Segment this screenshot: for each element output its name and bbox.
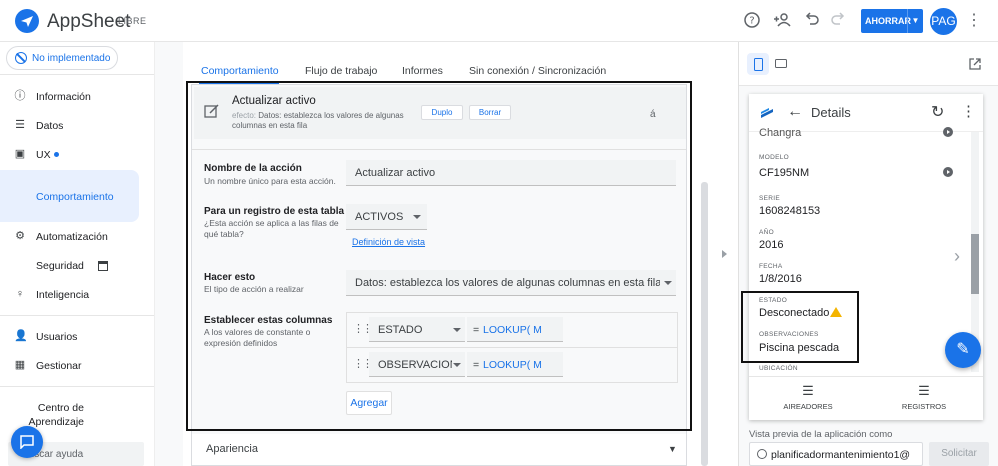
deploy-status-label: No implementado [32, 53, 111, 64]
detail-label: MODELO [759, 154, 789, 161]
help-icon[interactable]: ? [742, 11, 762, 31]
detail-value: 1608248153 [759, 205, 821, 217]
redo-icon[interactable] [828, 11, 848, 31]
details-title: Details [811, 105, 851, 120]
save-button[interactable]: AHORRAR ▼ [861, 9, 923, 33]
tab-informes[interactable]: Informes [402, 65, 443, 77]
sidebar-item-informacion[interactable]: ⓘ Información [0, 86, 154, 108]
tab-sin-conexion[interactable]: Sin conexión / Sincronización [469, 65, 606, 77]
detail-label: FECHA [759, 263, 783, 270]
list-icon: ☰ [802, 383, 814, 398]
preview-user-input[interactable]: planificadormantenimiento1@ [749, 442, 923, 466]
highlight-box-action [186, 81, 692, 431]
open-external-icon[interactable] [969, 58, 981, 73]
info-icon: ⓘ [14, 90, 26, 102]
detail-label: UBICACIÓN [759, 365, 798, 372]
divider [0, 74, 154, 75]
manage-icon: ▦ [14, 359, 26, 371]
bulb-icon: ♀ [15, 288, 25, 300]
plan-badge: LIBRE [118, 16, 147, 26]
sidebar-item-usuarios[interactable]: 👤 Usuarios [0, 326, 154, 348]
sidebar-item-seguridad[interactable]: Seguridad [0, 255, 154, 277]
back-arrow-icon[interactable]: ← [787, 103, 803, 121]
ux-dot-indicator [54, 152, 59, 157]
highlight-box-estado [741, 291, 859, 363]
collapse-arrow-icon[interactable] [722, 250, 727, 258]
sidebar: No implementado ⓘ Información ☰ Datos ▣ … [0, 42, 154, 466]
detail-value: CF195NM [759, 167, 810, 179]
detail-value: 1/8/2016 [759, 273, 802, 285]
account-icon [757, 449, 767, 459]
sidebar-item-datos[interactable]: ☰ Datos [0, 115, 154, 137]
table-icon: ☰ [15, 119, 25, 131]
person-icon: 👤 [14, 330, 28, 342]
detail-value: Changra [759, 127, 802, 139]
divider [0, 315, 154, 316]
automation-icon: ⚙ [15, 230, 25, 242]
tablet-icon[interactable] [775, 59, 787, 68]
appsheet-logo-icon[interactable] [15, 9, 39, 33]
phone-icon[interactable] [747, 53, 769, 75]
chat-icon[interactable] [11, 426, 43, 458]
appearance-label: Apariencia [206, 443, 258, 455]
refresh-icon[interactable]: ↻ [931, 102, 944, 122]
save-label: AHORRAR [865, 16, 911, 26]
preview-as-caption: Vista previa de la aplicación como [749, 429, 893, 440]
tab-comportamiento[interactable]: Comportamiento [201, 65, 279, 77]
navigate-arrow-icon[interactable] [943, 167, 953, 177]
app-preview-phone: ← Details ↻ ⋮ Changra MODELO CF195NM SER… [749, 94, 983, 420]
navigate-arrow-icon[interactable] [943, 127, 953, 137]
save-dropdown-chevron-icon[interactable]: ▼ [907, 9, 923, 33]
editor-gutter [155, 42, 183, 466]
svg-text:?: ? [749, 16, 754, 27]
app-bottom-nav: ☰ AIREADORES ☰ REGISTROS [749, 376, 983, 420]
chevron-right-icon[interactable]: › [954, 246, 960, 267]
add-user-icon[interactable] [773, 11, 793, 31]
deploy-status-chip[interactable]: No implementado [6, 46, 118, 70]
divider [0, 386, 154, 387]
detail-value: 2016 [759, 239, 784, 251]
calendar-icon [98, 261, 108, 271]
detail-label: AÑO [759, 229, 774, 236]
chevron-down-icon: ▼ [668, 444, 677, 454]
sidebar-item-inteligencia[interactable]: ♀ Inteligencia [0, 284, 154, 306]
ux-icon: ▣ [14, 148, 26, 160]
preview-pane: ← Details ↻ ⋮ Changra MODELO CF195NM SER… [738, 42, 998, 466]
user-avatar[interactable]: PAG [930, 8, 957, 35]
edit-fab-icon[interactable]: ✎ [945, 332, 981, 368]
nav-registros[interactable]: ☰ REGISTROS [879, 383, 969, 411]
tab-flujo-de-trabajo[interactable]: Flujo de trabajo [305, 65, 377, 77]
sidebar-item-centro-aprendizaje[interactable]: Centro de Aprendizaje [0, 396, 154, 428]
sidebar-item-gestionar[interactable]: ▦ Gestionar [0, 355, 154, 377]
top-bar: AppSheet LIBRE ? AHORRAR ▼ PAG ⋮ [0, 0, 998, 42]
editor-scrollbar[interactable] [701, 182, 708, 466]
preview-toolbar [739, 42, 998, 86]
sidebar-item-automatizacion[interactable]: ⚙ Automatización [0, 226, 154, 248]
appearance-section[interactable]: Apariencia ▼ [191, 434, 687, 466]
request-button[interactable]: Solicitar [929, 442, 989, 466]
more-vert-icon[interactable]: ⋮ [964, 11, 984, 31]
more-vert-icon[interactable]: ⋮ [961, 102, 976, 120]
detail-label: SERIE [759, 195, 781, 202]
list-icon: ☰ [918, 383, 930, 398]
undo-icon[interactable] [802, 11, 822, 31]
sidebar-item-ux[interactable]: ▣ UX [0, 144, 154, 166]
nav-aireadores[interactable]: ☰ AIREADORES [763, 383, 853, 411]
preview-scroll-thumb[interactable] [971, 234, 979, 294]
blocked-icon [15, 52, 27, 64]
company-logo-icon [761, 108, 773, 118]
sidebar-item-comportamiento[interactable]: Comportamiento [0, 170, 139, 222]
